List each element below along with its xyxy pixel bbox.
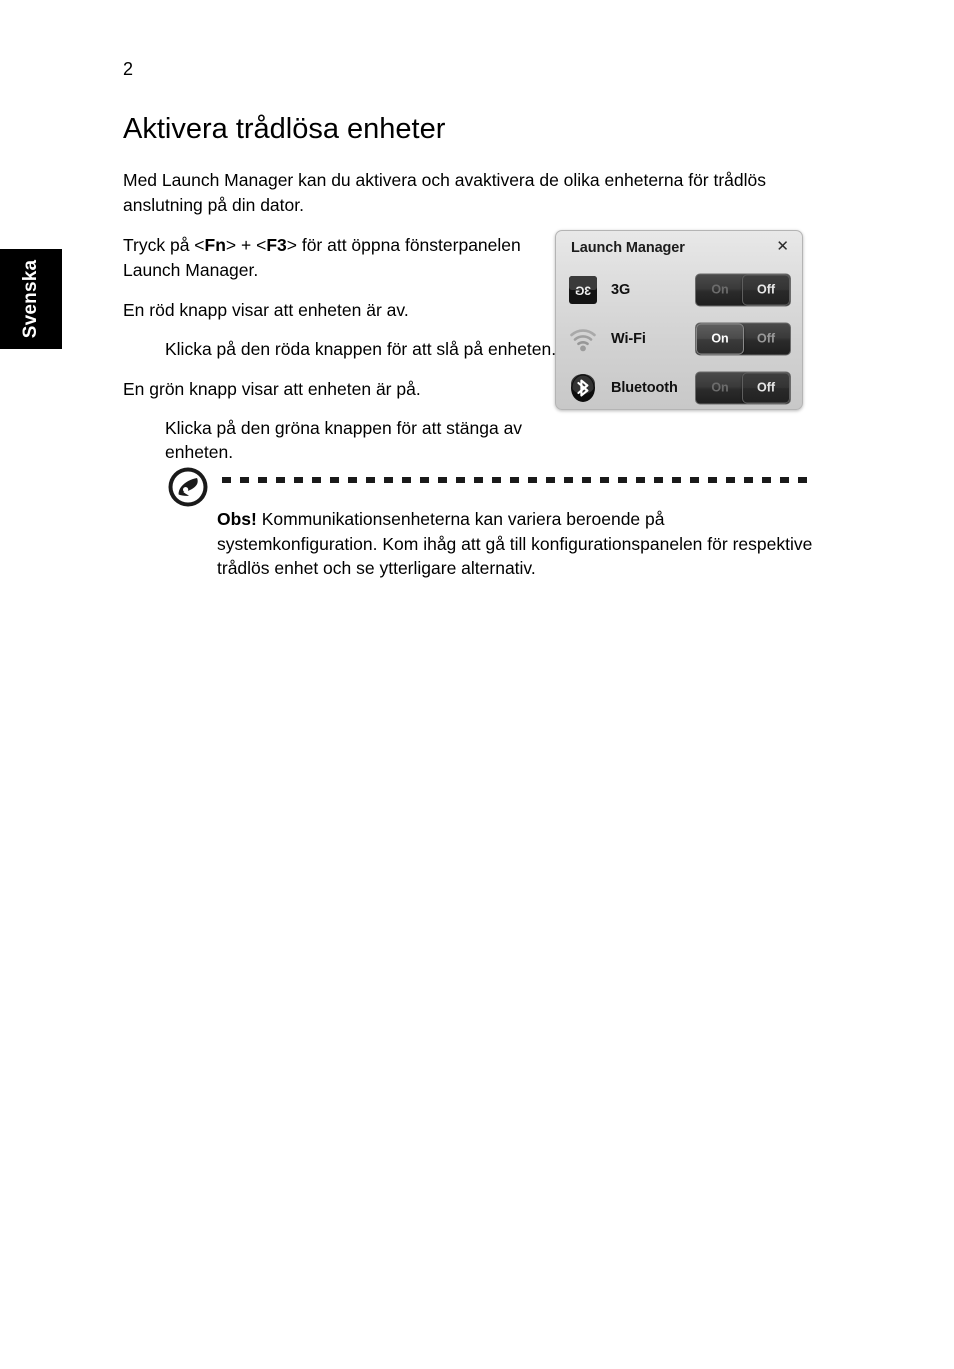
toggle-3g[interactable]: On Off: [695, 273, 791, 306]
launch-manager-titlebar: Launch Manager ✕: [556, 231, 802, 265]
toggle-wifi-on[interactable]: On: [696, 323, 744, 354]
language-tab-label: Svenska: [20, 259, 41, 339]
intro-paragraph: Med Launch Manager kan du aktivera och a…: [123, 170, 767, 215]
bluetooth-icon: [568, 373, 598, 403]
device-label-wifi: Wi-Fi: [611, 330, 646, 347]
launch-manager-title: Launch Manager: [571, 240, 685, 256]
key-f3: F3: [266, 235, 287, 255]
acer-note-icon: [167, 466, 209, 508]
3g-icon: 3G: [568, 275, 598, 305]
toggle-3g-off[interactable]: Off: [742, 274, 790, 305]
press-prefix: Tryck på <: [123, 235, 205, 255]
page-title: Aktivera trådlösa enheter: [123, 113, 446, 145]
toggle-wifi-off[interactable]: Off: [742, 323, 790, 354]
note-body: Kommunikationsenheterna kan variera bero…: [217, 509, 813, 578]
launch-manager-dialog[interactable]: Launch Manager ✕ 3G 3G On Off Wi-Fi On O…: [555, 230, 803, 410]
toggle-bluetooth[interactable]: On Off: [695, 371, 791, 404]
page-number: 2: [123, 59, 134, 79]
svg-text:3G: 3G: [575, 284, 591, 298]
toggle-bluetooth-on[interactable]: On: [696, 372, 744, 403]
red-button-detail: Klicka på den röda knappen för att slå p…: [165, 338, 557, 359]
toggle-wifi[interactable]: On Off: [695, 322, 791, 355]
device-row-bluetooth: Bluetooth On Off: [556, 363, 802, 412]
note-divider: [222, 477, 810, 483]
press-keys-paragraph: Tryck på <Fn> + <F3> för att öppna fönst…: [123, 233, 543, 282]
device-label-3g: 3G: [611, 281, 631, 298]
press-mid: > + <: [225, 235, 267, 255]
key-fn: Fn: [204, 235, 226, 255]
toggle-bluetooth-off[interactable]: Off: [742, 372, 790, 403]
note-text: Obs! Kommunikationsenheterna kan variera…: [217, 507, 813, 581]
wifi-icon: [568, 324, 598, 354]
device-label-bluetooth: Bluetooth: [611, 379, 678, 396]
device-row-wifi: Wi-Fi On Off: [556, 314, 802, 363]
toggle-3g-on[interactable]: On: [696, 274, 744, 305]
language-tab-svenska: Svenska: [0, 249, 62, 349]
device-row-3g: 3G 3G On Off: [556, 265, 802, 314]
close-icon[interactable]: ✕: [776, 239, 789, 255]
note-lead: Obs!: [217, 509, 257, 529]
green-button-detail: Klicka på den gröna knappen för att stän…: [165, 417, 523, 463]
